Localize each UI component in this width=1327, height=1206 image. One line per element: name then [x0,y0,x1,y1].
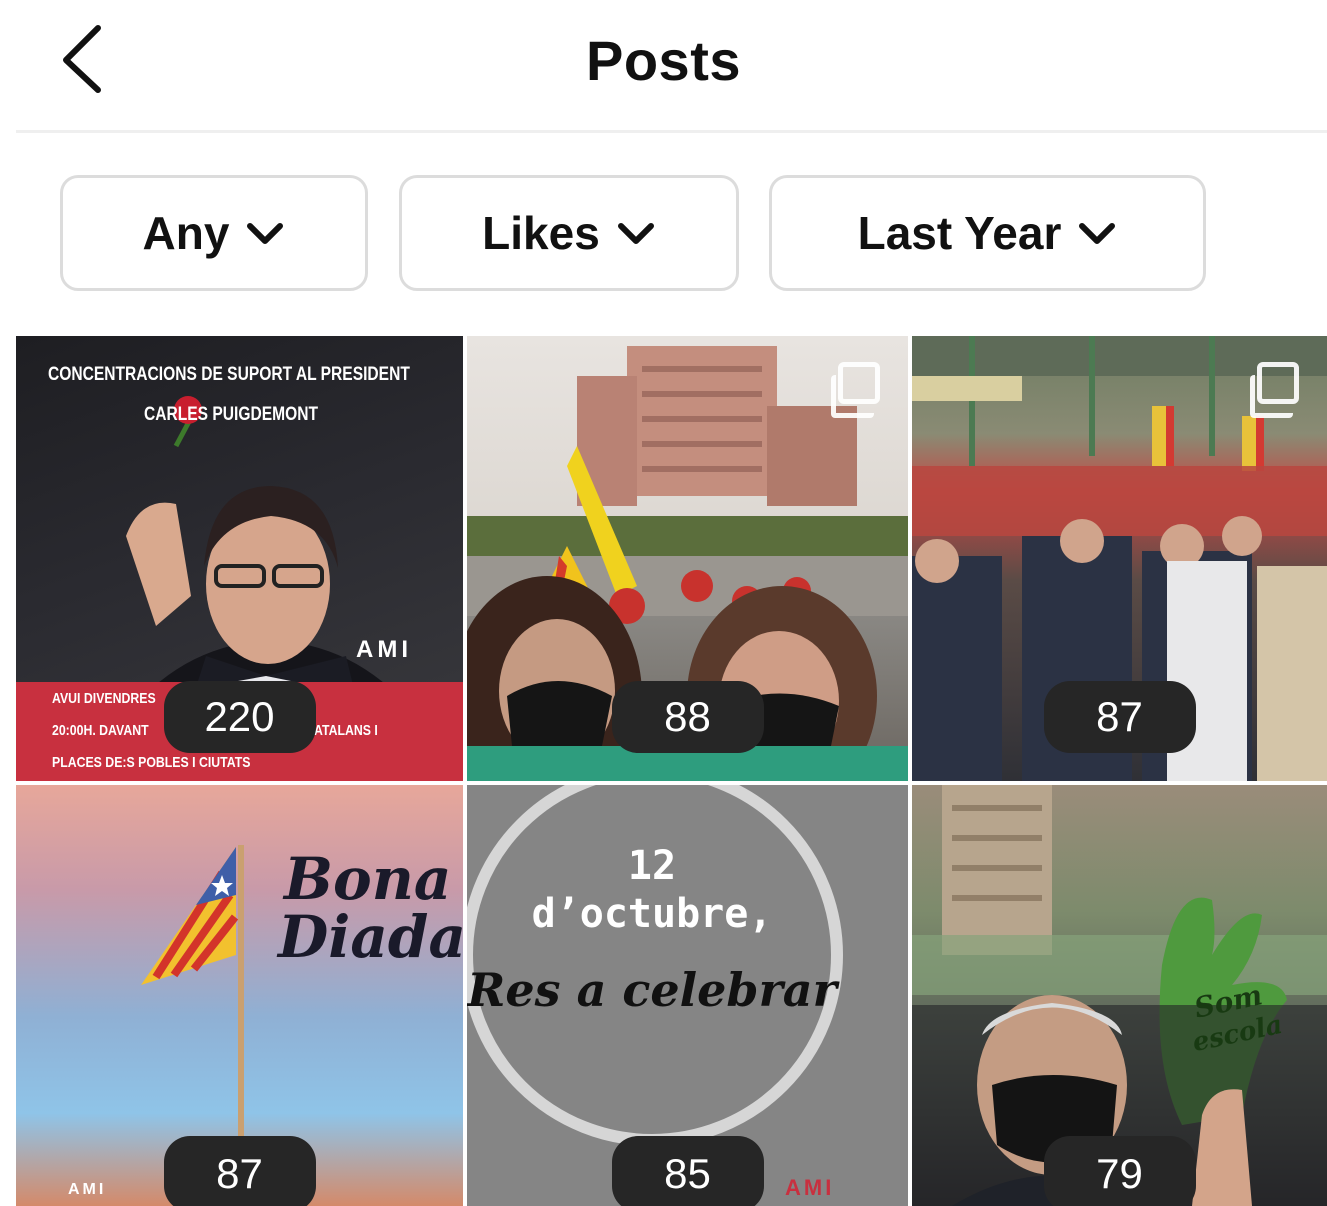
post-tile[interactable]: 87 [912,336,1327,781]
multiple-photos-icon [831,362,880,418]
logo: AMI [356,636,412,663]
logo: AMI [785,1175,835,1200]
chevron-down-icon [247,223,284,244]
filter-bar: Any Likes Last Year [0,175,1327,293]
poster-date: 12 [627,843,677,889]
like-count-badge: 85 [611,1136,764,1206]
like-count-badge: 88 [611,681,764,753]
chevron-down-icon [617,223,654,244]
post-tile[interactable]: CONCENTRACIONS DE SUPORT AL PRESIDENT CA… [16,336,463,781]
page-title: Posts [586,29,741,92]
top-bar: Posts [0,0,1327,133]
post-tile[interactable]: Som escola 79 [912,785,1327,1206]
post-tile[interactable]: 88 [467,336,908,781]
filter-type-dropdown[interactable]: Any [60,175,368,291]
like-count-badge: 79 [1043,1136,1196,1206]
filter-period-dropdown[interactable]: Last Year [769,175,1206,291]
posts-grid: CONCENTRACIONS DE SUPORT AL PRESIDENT CA… [16,336,1327,1206]
like-count-badge: 87 [163,1136,316,1206]
poster-script: Res a celebrar [467,963,837,1017]
post-tile[interactable]: Bona Diada AMI 87 [16,785,463,1206]
logo: AMI [68,1181,107,1198]
multiple-photos-icon [1250,362,1299,418]
header-divider [16,130,1327,133]
chevron-down-icon [1079,223,1116,244]
post-tile[interactable]: 12 d’octubre, Res a celebrar AMI 85 [467,785,908,1206]
filter-sort-dropdown[interactable]: Likes [399,175,739,291]
filter-type-label: Any [142,207,230,259]
like-count-badge: 87 [1043,681,1196,753]
filter-sort-label: Likes [482,207,600,259]
poster-name: CARLES PUIGDEMONT [144,404,318,425]
filter-period-label: Last Year [857,207,1062,259]
script-diada: Diada [278,903,463,971]
like-count-badge: 220 [163,681,316,753]
poster-headline: CONCENTRACIONS DE SUPORT AL PRESIDENT [48,364,410,385]
poster-month: d’octubre, [531,891,773,937]
